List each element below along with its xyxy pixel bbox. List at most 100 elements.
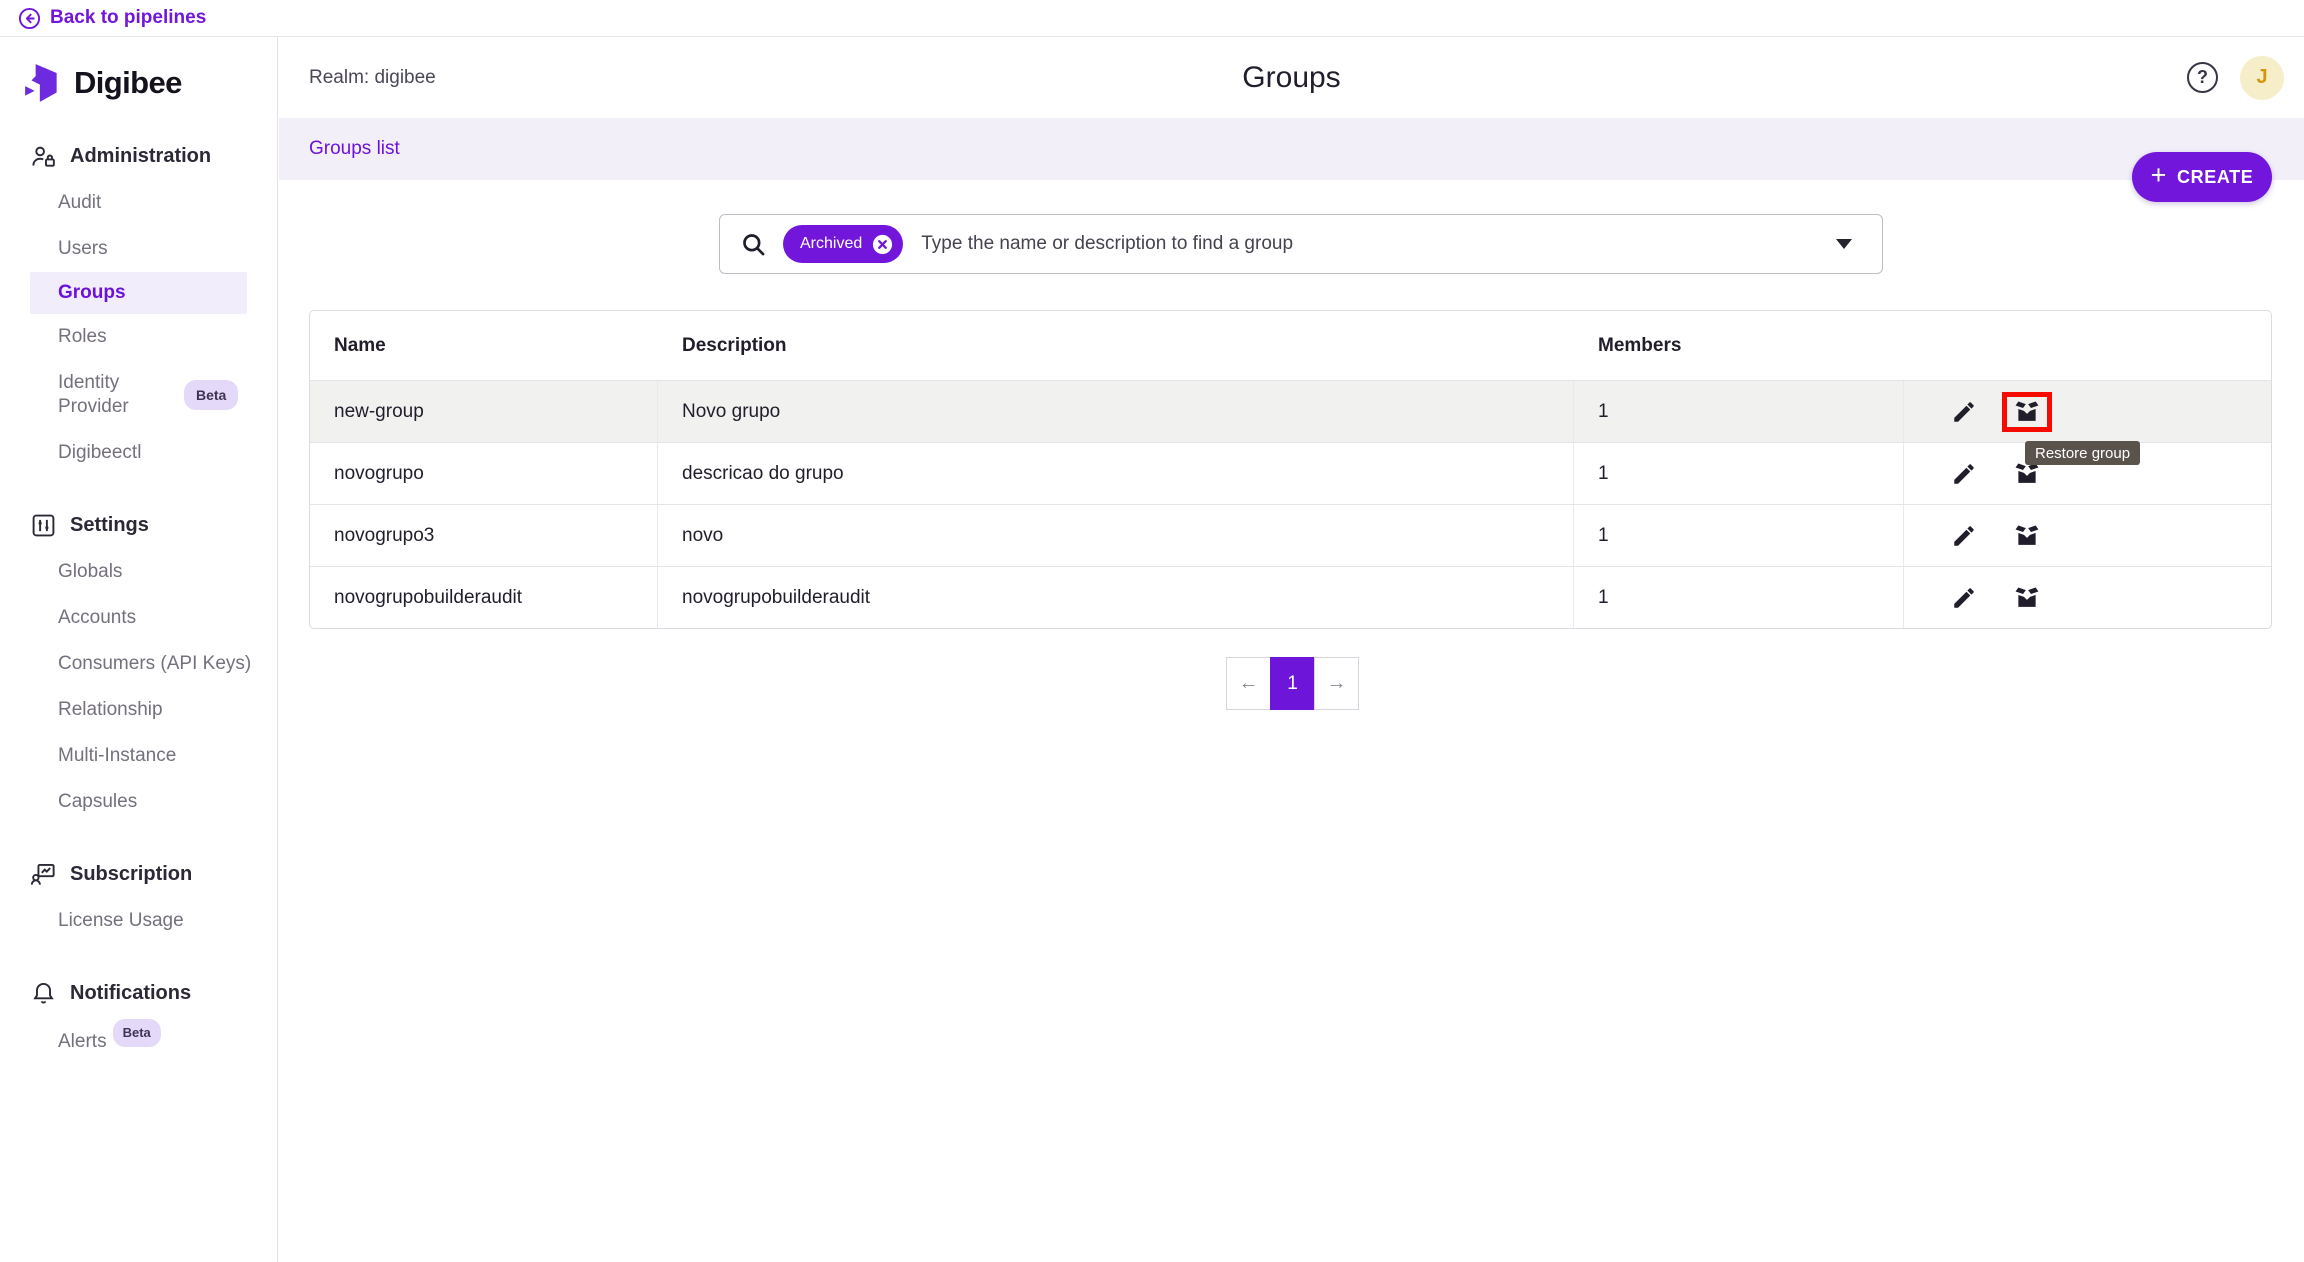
tooltip-restore-group: Restore group <box>2025 441 2140 465</box>
column-header-actions <box>1904 311 2271 380</box>
chevron-down-icon[interactable] <box>1836 239 1852 249</box>
admin-user-lock-icon <box>30 143 57 170</box>
settings-sliders-icon <box>30 512 57 539</box>
table-row-novogrupobuilderaudit: novogrupobuilderaudit novogrupobuilderau… <box>310 566 2271 628</box>
capsules-label: Capsules <box>58 790 137 814</box>
next-page-button[interactable]: → <box>1314 657 1359 710</box>
table-header-row: Name Description Members <box>310 311 2271 380</box>
cell-name: novogrupo <box>310 443 658 504</box>
multi-instance-label: Multi-Instance <box>58 744 176 768</box>
main-header: Realm: digibee Groups ? J <box>279 37 2304 118</box>
sidebar-item-groups[interactable]: Groups <box>30 272 247 314</box>
topbar: Back to pipelines <box>0 0 2304 37</box>
sidebar-item-consumers[interactable]: Consumers (API Keys) <box>0 641 277 687</box>
pagination: ← 1 → <box>1226 657 1359 710</box>
sidebar-item-roles[interactable]: Roles <box>0 314 277 360</box>
identity-provider-beta-badge: Beta <box>184 380 238 410</box>
restore-group-icon <box>2013 398 2041 426</box>
sidebar-item-capsules[interactable]: Capsules <box>0 779 277 825</box>
cell-description: novogrupobuilderaudit <box>658 567 1574 628</box>
sidebar-item-identity-provider[interactable]: Identity Provider Beta <box>0 360 277 430</box>
pencil-icon <box>1951 399 1977 425</box>
cell-name: novogrupobuilderaudit <box>310 567 658 628</box>
edit-group-button[interactable] <box>1944 578 1984 618</box>
plus-icon: + <box>2151 162 2167 189</box>
cell-description: descricao do grupo <box>658 443 1574 504</box>
groups-table: Name Description Members new-group Novo … <box>309 310 2272 629</box>
sidebar-item-alerts[interactable]: Alerts Beta <box>0 1017 277 1067</box>
back-arrow-icon <box>18 7 41 30</box>
search-icon <box>740 231 767 258</box>
settings-header: Settings <box>0 502 277 549</box>
header-actions: ? J <box>2187 56 2284 100</box>
cell-members: 1 <box>1574 443 1904 504</box>
chip-label: Archived <box>800 235 862 253</box>
alerts-label: Alerts <box>58 1030 107 1054</box>
prev-page-button[interactable]: ← <box>1226 657 1271 710</box>
edit-group-button[interactable] <box>1944 454 1984 494</box>
cell-name: new-group <box>310 381 658 442</box>
digibee-logo[interactable]: Digibee <box>22 59 277 107</box>
cell-name: novogrupo3 <box>310 505 658 566</box>
consumers-label: Consumers (API Keys) <box>58 652 251 676</box>
page-1-button[interactable]: 1 <box>1270 657 1315 710</box>
restore-group-button[interactable] <box>2002 392 2052 432</box>
restore-group-icon <box>2013 584 2041 612</box>
nav-section-settings: Settings Globals Accounts Consumers (API… <box>0 502 277 825</box>
notifications-header: Notifications <box>0 970 277 1017</box>
main-content: Realm: digibee Groups ? J Groups list + … <box>279 37 2304 1262</box>
cell-actions <box>1904 381 2271 442</box>
sidebar-item-globals[interactable]: Globals <box>0 549 277 595</box>
sidebar-item-license-usage[interactable]: License Usage <box>0 898 277 944</box>
create-button[interactable]: + CREATE <box>2132 152 2272 202</box>
users-label: Users <box>58 237 108 261</box>
restore-group-button[interactable] <box>2002 578 2052 618</box>
table-row-new-group: new-group Novo grupo 1 <box>310 380 2271 442</box>
license-usage-label: License Usage <box>58 909 184 933</box>
audit-label: Audit <box>58 191 101 215</box>
administration-label: Administration <box>70 145 211 168</box>
sidebar-item-multi-instance[interactable]: Multi-Instance <box>0 733 277 779</box>
cell-description: novo <box>658 505 1574 566</box>
help-icon[interactable]: ? <box>2187 62 2218 93</box>
digibeectl-label: Digibeectl <box>58 441 141 465</box>
realm-label: Realm: digibee <box>309 67 436 89</box>
groups-label: Groups <box>58 281 126 305</box>
tab-groups-list[interactable]: Groups list <box>309 138 400 160</box>
filter-chip-archived[interactable]: Archived <box>783 225 903 263</box>
pencil-icon <box>1951 585 1977 611</box>
sidebar-item-accounts[interactable]: Accounts <box>0 595 277 641</box>
chip-remove-icon[interactable] <box>871 233 894 256</box>
accounts-label: Accounts <box>58 606 136 630</box>
search-input[interactable] <box>921 233 1836 255</box>
back-label: Back to pipelines <box>50 7 206 29</box>
administration-header: Administration <box>0 133 277 180</box>
sidebar-item-digibeectl[interactable]: Digibeectl <box>0 430 277 476</box>
avatar[interactable]: J <box>2240 56 2284 100</box>
table-row-novogrupo3: novogrupo3 novo 1 <box>310 504 2271 566</box>
column-header-members: Members <box>1574 311 1904 380</box>
back-to-pipelines-link[interactable]: Back to pipelines <box>18 7 206 30</box>
table-row-novogrupo: novogrupo descricao do grupo 1 <box>310 442 2271 504</box>
digibee-logo-mark-icon <box>22 62 64 104</box>
cell-actions <box>1904 505 2271 566</box>
bell-icon <box>30 980 57 1007</box>
edit-group-button[interactable] <box>1944 392 1984 432</box>
identity-provider-label: Identity Provider <box>58 371 170 419</box>
logo-text: Digibee <box>74 65 182 101</box>
restore-group-button[interactable] <box>2002 516 2052 556</box>
cell-members: 1 <box>1574 505 1904 566</box>
restore-group-icon <box>2013 522 2041 550</box>
sidebar-item-users[interactable]: Users <box>0 226 277 272</box>
notifications-label: Notifications <box>70 982 191 1005</box>
subscription-presentation-icon <box>30 861 57 888</box>
cell-members: 1 <box>1574 567 1904 628</box>
sidebar-item-relationship[interactable]: Relationship <box>0 687 277 733</box>
subscription-header: Subscription <box>0 851 277 898</box>
settings-label: Settings <box>70 514 149 537</box>
edit-group-button[interactable] <box>1944 516 1984 556</box>
subscription-label: Subscription <box>70 863 192 886</box>
sidebar-item-audit[interactable]: Audit <box>0 180 277 226</box>
column-header-description: Description <box>658 311 1574 380</box>
roles-label: Roles <box>58 325 107 349</box>
